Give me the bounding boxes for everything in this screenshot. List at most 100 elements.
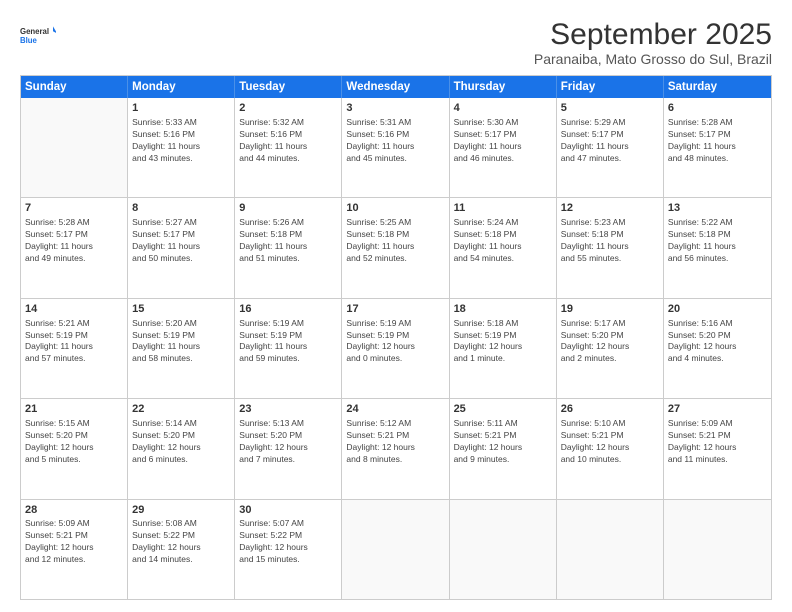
day-number: 22 [132,402,230,417]
cal-cell-0-6: 6Sunrise: 5:28 AM Sunset: 5:17 PM Daylig… [664,98,771,197]
cal-cell-0-1: 1Sunrise: 5:33 AM Sunset: 5:16 PM Daylig… [128,98,235,197]
day-number: 29 [132,503,230,518]
week-row-3: 21Sunrise: 5:15 AM Sunset: 5:20 PM Dayli… [21,398,771,498]
cell-info: Sunrise: 5:12 AM Sunset: 5:21 PM Dayligh… [346,418,444,466]
cell-info: Sunrise: 5:31 AM Sunset: 5:16 PM Dayligh… [346,117,444,165]
cell-info: Sunrise: 5:28 AM Sunset: 5:17 PM Dayligh… [668,117,767,165]
header-day-5: Friday [557,76,664,98]
cal-cell-3-3: 24Sunrise: 5:12 AM Sunset: 5:21 PM Dayli… [342,399,449,498]
header-day-6: Saturday [664,76,771,98]
cell-info: Sunrise: 5:28 AM Sunset: 5:17 PM Dayligh… [25,217,123,265]
cell-info: Sunrise: 5:26 AM Sunset: 5:18 PM Dayligh… [239,217,337,265]
day-number: 11 [454,201,552,216]
header-day-3: Wednesday [342,76,449,98]
week-row-0: 1Sunrise: 5:33 AM Sunset: 5:16 PM Daylig… [21,98,771,197]
day-number: 17 [346,302,444,317]
day-number: 2 [239,101,337,116]
cell-info: Sunrise: 5:11 AM Sunset: 5:21 PM Dayligh… [454,418,552,466]
day-number: 28 [25,503,123,518]
day-number: 21 [25,402,123,417]
cal-cell-1-3: 10Sunrise: 5:25 AM Sunset: 5:18 PM Dayli… [342,198,449,297]
cell-info: Sunrise: 5:19 AM Sunset: 5:19 PM Dayligh… [346,318,444,366]
cal-cell-4-1: 29Sunrise: 5:08 AM Sunset: 5:22 PM Dayli… [128,500,235,599]
cal-cell-0-2: 2Sunrise: 5:32 AM Sunset: 5:16 PM Daylig… [235,98,342,197]
cal-cell-0-5: 5Sunrise: 5:29 AM Sunset: 5:17 PM Daylig… [557,98,664,197]
logo-svg: General Blue [20,18,56,54]
cell-info: Sunrise: 5:23 AM Sunset: 5:18 PM Dayligh… [561,217,659,265]
cell-info: Sunrise: 5:15 AM Sunset: 5:20 PM Dayligh… [25,418,123,466]
cell-info: Sunrise: 5:08 AM Sunset: 5:22 PM Dayligh… [132,518,230,566]
day-number: 13 [668,201,767,216]
cal-cell-2-2: 16Sunrise: 5:19 AM Sunset: 5:19 PM Dayli… [235,299,342,398]
cell-info: Sunrise: 5:09 AM Sunset: 5:21 PM Dayligh… [668,418,767,466]
header-day-4: Thursday [450,76,557,98]
cal-cell-1-6: 13Sunrise: 5:22 AM Sunset: 5:18 PM Dayli… [664,198,771,297]
day-number: 15 [132,302,230,317]
cell-info: Sunrise: 5:09 AM Sunset: 5:21 PM Dayligh… [25,518,123,566]
cell-info: Sunrise: 5:16 AM Sunset: 5:20 PM Dayligh… [668,318,767,366]
cal-cell-1-5: 12Sunrise: 5:23 AM Sunset: 5:18 PM Dayli… [557,198,664,297]
calendar: SundayMondayTuesdayWednesdayThursdayFrid… [20,75,772,600]
cal-cell-4-0: 28Sunrise: 5:09 AM Sunset: 5:21 PM Dayli… [21,500,128,599]
cal-cell-2-3: 17Sunrise: 5:19 AM Sunset: 5:19 PM Dayli… [342,299,449,398]
header-day-2: Tuesday [235,76,342,98]
cal-cell-2-5: 19Sunrise: 5:17 AM Sunset: 5:20 PM Dayli… [557,299,664,398]
cal-cell-1-0: 7Sunrise: 5:28 AM Sunset: 5:17 PM Daylig… [21,198,128,297]
cal-cell-4-6 [664,500,771,599]
cell-info: Sunrise: 5:29 AM Sunset: 5:17 PM Dayligh… [561,117,659,165]
calendar-body: 1Sunrise: 5:33 AM Sunset: 5:16 PM Daylig… [21,98,771,599]
day-number: 7 [25,201,123,216]
cal-cell-3-5: 26Sunrise: 5:10 AM Sunset: 5:21 PM Dayli… [557,399,664,498]
week-row-2: 14Sunrise: 5:21 AM Sunset: 5:19 PM Dayli… [21,298,771,398]
cal-cell-1-1: 8Sunrise: 5:27 AM Sunset: 5:17 PM Daylig… [128,198,235,297]
header-day-1: Monday [128,76,235,98]
cell-info: Sunrise: 5:25 AM Sunset: 5:18 PM Dayligh… [346,217,444,265]
page: General Blue September 2025 Paranaiba, M… [0,0,792,612]
week-row-4: 28Sunrise: 5:09 AM Sunset: 5:21 PM Dayli… [21,499,771,599]
cell-info: Sunrise: 5:20 AM Sunset: 5:19 PM Dayligh… [132,318,230,366]
cell-info: Sunrise: 5:21 AM Sunset: 5:19 PM Dayligh… [25,318,123,366]
cal-cell-4-2: 30Sunrise: 5:07 AM Sunset: 5:22 PM Dayli… [235,500,342,599]
cell-info: Sunrise: 5:13 AM Sunset: 5:20 PM Dayligh… [239,418,337,466]
day-number: 3 [346,101,444,116]
day-number: 5 [561,101,659,116]
day-number: 6 [668,101,767,116]
day-number: 20 [668,302,767,317]
day-number: 16 [239,302,337,317]
cal-cell-2-4: 18Sunrise: 5:18 AM Sunset: 5:19 PM Dayli… [450,299,557,398]
cal-cell-4-5 [557,500,664,599]
day-number: 8 [132,201,230,216]
cell-info: Sunrise: 5:30 AM Sunset: 5:17 PM Dayligh… [454,117,552,165]
cell-info: Sunrise: 5:22 AM Sunset: 5:18 PM Dayligh… [668,217,767,265]
cal-cell-1-2: 9Sunrise: 5:26 AM Sunset: 5:18 PM Daylig… [235,198,342,297]
day-number: 18 [454,302,552,317]
day-number: 30 [239,503,337,518]
day-number: 4 [454,101,552,116]
day-number: 12 [561,201,659,216]
cell-info: Sunrise: 5:33 AM Sunset: 5:16 PM Dayligh… [132,117,230,165]
day-number: 10 [346,201,444,216]
svg-text:Blue: Blue [20,36,38,45]
day-number: 27 [668,402,767,417]
cal-cell-3-2: 23Sunrise: 5:13 AM Sunset: 5:20 PM Dayli… [235,399,342,498]
cal-cell-4-3 [342,500,449,599]
cal-cell-2-1: 15Sunrise: 5:20 AM Sunset: 5:19 PM Dayli… [128,299,235,398]
cal-cell-1-4: 11Sunrise: 5:24 AM Sunset: 5:18 PM Dayli… [450,198,557,297]
day-number: 14 [25,302,123,317]
header-day-0: Sunday [21,76,128,98]
cell-info: Sunrise: 5:18 AM Sunset: 5:19 PM Dayligh… [454,318,552,366]
day-number: 25 [454,402,552,417]
day-number: 19 [561,302,659,317]
cell-info: Sunrise: 5:27 AM Sunset: 5:17 PM Dayligh… [132,217,230,265]
cell-info: Sunrise: 5:24 AM Sunset: 5:18 PM Dayligh… [454,217,552,265]
cell-info: Sunrise: 5:17 AM Sunset: 5:20 PM Dayligh… [561,318,659,366]
logo: General Blue [20,18,56,54]
cal-cell-2-6: 20Sunrise: 5:16 AM Sunset: 5:20 PM Dayli… [664,299,771,398]
day-number: 24 [346,402,444,417]
cal-cell-2-0: 14Sunrise: 5:21 AM Sunset: 5:19 PM Dayli… [21,299,128,398]
cal-cell-4-4 [450,500,557,599]
cell-info: Sunrise: 5:32 AM Sunset: 5:16 PM Dayligh… [239,117,337,165]
cal-cell-3-0: 21Sunrise: 5:15 AM Sunset: 5:20 PM Dayli… [21,399,128,498]
calendar-header-row: SundayMondayTuesdayWednesdayThursdayFrid… [21,76,771,98]
title-block: September 2025 Paranaiba, Mato Grosso do… [534,18,772,67]
